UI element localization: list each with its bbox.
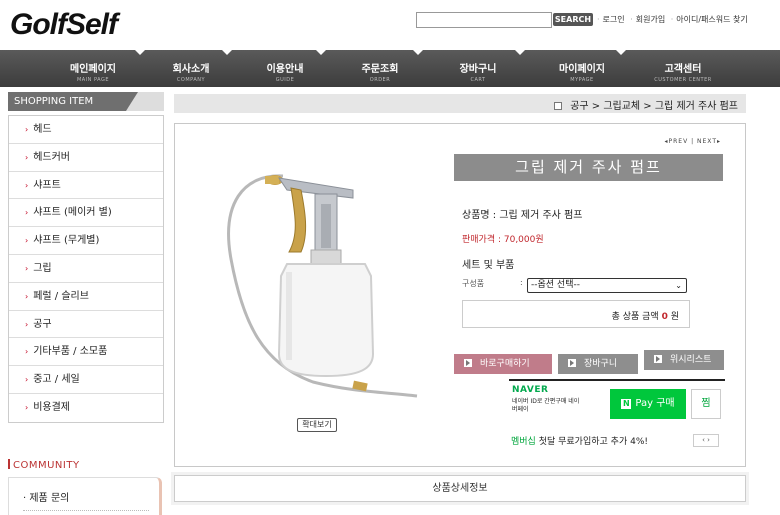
search-button[interactable]: SEARCH	[553, 13, 593, 26]
breadcrumb-bar: 공구 > 그립교체 > 그립 제거 주사 펌프	[174, 94, 746, 113]
naver-n-icon: N	[621, 399, 632, 409]
category-grip[interactable]: › 그립	[9, 255, 163, 283]
chevron-right-icon: ›	[25, 347, 29, 357]
category-used-sale[interactable]: › 중고 / 세일	[9, 366, 163, 394]
play-icon	[464, 359, 472, 367]
nav-mypage[interactable]: 마이페이지 MYPAGE	[540, 50, 624, 87]
sidebar: SHOPPING ITEM › 헤드 › 헤드커버 › 샤프트 › 샤프트 (메이커 별…	[8, 92, 164, 423]
community-item-inquiry[interactable]: · 제품 문의	[9, 478, 159, 504]
main-nav: 메인페이지 MAIN PAGE 회사소개 COMPANY 이용안내 GUIDE 주문조…	[0, 50, 780, 87]
nav-divider	[316, 50, 326, 55]
chevron-right-icon: ›	[25, 125, 29, 134]
nav-divider	[616, 50, 626, 55]
square-bullet-icon	[554, 102, 563, 110]
join-link[interactable]: 회원가입	[636, 15, 665, 24]
chevron-right-icon: ›	[25, 402, 29, 412]
total-unit: 원	[670, 312, 679, 322]
top-header: GolfSelf SEARCH · 로그인 · 회원가입 · 아이디/패스워드 찾기	[0, 0, 780, 50]
zoom-button[interactable]: 확대보기	[297, 418, 337, 432]
chevron-right-icon: ›	[25, 236, 29, 246]
wishlist-button[interactable]: 위시리스트	[644, 350, 724, 370]
tab-product-detail[interactable]: 상품상세정보	[174, 475, 746, 502]
product-image	[227, 174, 418, 398]
category-shaft-weight[interactable]: › 샤프트 (무게별)	[9, 227, 163, 255]
total-amount: 0	[661, 312, 668, 322]
chevron-right-icon: ›	[25, 152, 29, 162]
naver-logo: NAVER	[512, 385, 549, 395]
chevron-right-icon: ›	[25, 180, 29, 190]
category-parts[interactable]: › 기타부품 / 소모품	[9, 338, 163, 367]
total-label: 총 상품 금액	[611, 312, 659, 322]
product-title: 그립 제거 주사 펌프	[454, 154, 723, 181]
sidebar-title: SHOPPING ITEM	[8, 92, 138, 111]
naver-pay-button[interactable]: N Pay 구매	[610, 389, 686, 419]
search-input[interactable]	[416, 12, 552, 28]
category-list: › 헤드 › 헤드커버 › 샤프트 › 샤프트 (메이커 별) › 샤프트 (무게별) ›…	[8, 115, 164, 423]
add-to-cart-button[interactable]: 장바구니	[558, 354, 638, 374]
divider	[23, 510, 149, 511]
promo-nav-arrows[interactable]: ‹ ›	[693, 434, 719, 447]
nav-customer-center[interactable]: 고객센터 CUSTOMER CENTER	[640, 50, 726, 87]
category-ferrule[interactable]: › 페럴 / 슬리브	[9, 283, 163, 311]
nav-company[interactable]: 회사소개 COMPANY	[150, 50, 232, 87]
product-name: 상품명 : 그립 제거 주사 펌프	[462, 210, 583, 221]
chevron-right-icon: ›	[25, 208, 29, 218]
nav-divider	[135, 50, 145, 55]
chevron-down-icon: ⌄	[675, 281, 682, 290]
play-icon	[568, 359, 576, 367]
nav-cart[interactable]: 장바구니 CART	[438, 50, 518, 87]
chevron-right-icon: ›	[25, 319, 29, 329]
play-icon	[654, 355, 662, 363]
prev-next-nav[interactable]: ◂PREV | NEXT▸	[665, 138, 722, 145]
category-tools[interactable]: › 공구	[9, 311, 163, 339]
total-box: 총 상품 금액 0 원	[462, 300, 690, 328]
chevron-right-icon: ›	[25, 263, 29, 273]
category-head[interactable]: › 헤드	[9, 116, 163, 144]
community-list: · 제품 문의	[8, 477, 162, 515]
nav-divider	[413, 50, 423, 55]
category-payment[interactable]: › 비용결제	[9, 394, 163, 422]
category-headcover[interactable]: › 헤드커버	[9, 144, 163, 172]
set-label: 세트 및 부품	[462, 260, 515, 271]
nav-divider	[515, 50, 525, 55]
product-price: 판매가격 : 70,000원	[462, 235, 544, 245]
category-shaft-maker[interactable]: › 샤프트 (메이커 별)	[9, 199, 163, 228]
zzim-button[interactable]: 찜	[691, 389, 721, 419]
top-links: · 로그인 · 회원가입 · 아이디/패스워드 찾기	[597, 15, 748, 24]
community-title: COMMUNITY	[8, 459, 80, 471]
product-box: ◂PREV | NEXT▸ 확대보기 그립 제거 주사 펌프 상품명 : 그립 …	[174, 123, 746, 467]
option-label: 구성품	[462, 279, 485, 288]
breadcrumb: 공구 > 그립교체 > 그립 제거 주사 펌프	[554, 97, 738, 112]
nav-order[interactable]: 주문조회 ORDER	[340, 50, 420, 87]
naver-pay-box: NAVER 네이버 ID로 간편구매 네이버페이 N Pay 구매 찜	[509, 379, 725, 425]
naver-pay-desc: 네이버 ID로 간편구매 네이버페이	[512, 398, 580, 413]
nav-guide[interactable]: 이용안내 GUIDE	[245, 50, 325, 87]
chevron-right-icon: ›	[25, 291, 29, 301]
site-logo[interactable]: GolfSelf	[10, 8, 118, 42]
option-colon: :	[520, 278, 523, 287]
buy-now-button[interactable]: 바로구매하기	[454, 354, 552, 374]
chevron-right-icon: ›	[25, 375, 29, 385]
nav-divider	[222, 50, 232, 55]
login-link[interactable]: 로그인	[603, 15, 625, 24]
option-select[interactable]: --옵션 선택-- ⌄	[527, 278, 687, 293]
find-account-link[interactable]: 아이디/패스워드 찾기	[676, 15, 747, 24]
membership-promo[interactable]: 멤버십 첫달 무료가입하고 추가 4%!	[511, 434, 648, 447]
nav-main-page[interactable]: 메인페이지 MAIN PAGE	[48, 50, 138, 87]
category-shaft[interactable]: › 샤프트	[9, 172, 163, 200]
